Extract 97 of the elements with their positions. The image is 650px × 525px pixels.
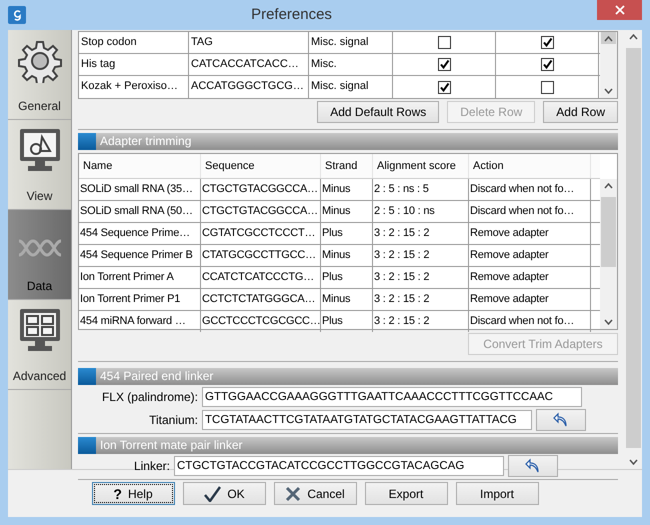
scrollbar-thumb[interactable] [601,197,616,267]
table-cell: CTATGCGCCTTGCC… [201,245,321,266]
table-cell: Remove adapter [469,245,591,266]
table-cell: ACCATGGGCTGCG… [189,76,309,98]
table-cell: Minus [321,245,373,266]
table-cell: CCATCTCATCCCTG… [201,267,321,288]
reset-button[interactable] [536,409,586,431]
button[interactable]: Export [364,482,448,505]
section-marker [78,368,96,385]
button[interactable]: Cancel [274,482,356,505]
sidebar-item[interactable]: View [8,120,71,210]
shapes-monitor-icon [18,127,62,173]
table-cell: Discard when not fo… [469,311,591,332]
button[interactable]: ? Help [92,482,174,505]
button[interactable]: Import [456,482,538,505]
table-cell: 2 : 5 : 10 : ns [373,201,469,222]
table-cell: 454 Sequence Primer B [79,245,201,266]
column-header[interactable]: Name [79,154,201,178]
input-field[interactable]: TCGTATAACTTCGTATAATGTATGCTATACGAAGTTATTACG [202,410,532,430]
table-cell: Plus [321,267,373,288]
table-cell: 3 : 2 : 15 : 2 [373,311,469,332]
table-cell: GCCTCCCTCGCGCC… [201,311,321,332]
column-header[interactable]: Sequence [201,154,321,178]
scrollbar-thumb[interactable] [601,32,616,44]
checkmark-icon [203,486,222,502]
column-header[interactable]: Action [469,154,591,178]
column-header[interactable]: Alignment score [373,154,469,178]
table-cell: CCTCTCTATGGGCA… [201,289,321,310]
scrollbar[interactable] [600,179,617,329]
input-field[interactable]: GTTGGAACCGAAAGGGTTTGAATTCAAACCCTTTCGGTTCCAAC [202,387,582,407]
scrollbar[interactable] [600,32,617,98]
checkbox[interactable] [540,36,554,49]
sidebar-item[interactable]: Advanced [8,300,71,390]
table-cell: His tag [79,54,189,75]
close-icon [614,5,624,15]
sidebar-item[interactable]: General [8,30,71,120]
table-cell: Misc. signal [309,76,393,98]
table-cell: 454 miRNA forward … [79,311,201,332]
table-cell: 3 : 2 : 15 : 2 [373,223,469,244]
reset-button[interactable] [508,455,558,477]
checkbox[interactable] [438,36,450,49]
checklist-monitor-icon [18,307,62,353]
table-cell: TAG [189,32,309,53]
table-cell: Minus [321,201,373,222]
window-title: Preferences [250,4,333,25]
table-cell: Stop codon [79,32,189,53]
table-cell: 2 : 5 : ns : 5 [373,179,469,200]
table-cell: Plus [321,311,373,332]
checkbox[interactable] [438,58,450,71]
scrollbar-thumb[interactable] [626,48,641,448]
table-cell: CGTATCGCCTCCCT… [201,223,321,244]
table-cell: Ion Torrent Primer A [79,267,201,288]
column-header[interactable]: Strand [321,154,373,178]
table-cell: 3 : 2 : 15 : 2 [373,245,469,266]
cross-icon [285,486,302,502]
table-cell: Kozak + Peroxiso… [79,76,189,98]
button[interactable]: Add Row [543,101,618,123]
table-cell: Misc. [309,54,393,75]
table-cell: Misc. signal [309,32,393,53]
undo-arrow-icon [525,458,541,474]
gear-icon [18,39,62,83]
table-cell: Discard when not fo… [469,179,591,200]
input-field[interactable]: CTGCTGTACCGTACATCCGCCTTGGCCGTACAGCAG [174,456,504,476]
field-label: Linker: [132,458,170,475]
undo-arrow-icon [553,412,569,428]
section-marker [78,133,96,150]
table-cell: CATCACCATCACC… [189,54,309,75]
checkbox[interactable] [540,58,554,71]
table-cell: CTGCTGTACGGCCA… [201,179,321,200]
question-mark-icon: ? [113,486,122,500]
table-cell: 3 : 2 : 15 : 2 [373,289,469,310]
table-cell: 454 Sequence Prime… [79,223,201,244]
table-cell: Remove adapter [469,289,591,310]
section-title: 454 Paired end linker [99,368,214,385]
section-title: Adapter trimming [99,133,192,150]
section-title: Ion Torrent mate pair linker [99,437,243,454]
table-cell: 3 : 2 : 15 : 2 [373,267,469,288]
table-cell: Discard when not fo… [469,201,591,222]
button[interactable]: OK [182,482,266,505]
field-label: FLX (palindrome): [100,389,198,406]
table-cell: SOLiD small RNA (35… [79,179,201,200]
table-cell: Remove adapter [469,267,591,288]
table-cell: Remove adapter [469,223,591,244]
checkbox[interactable] [438,80,450,94]
close-button[interactable] [597,0,642,20]
sidebar-item[interactable]: Data [8,210,71,300]
table-cell: CTGCTGTACGGCCA… [201,201,321,222]
field-label: Titanium: [148,412,198,429]
table-cell: Minus [321,289,373,310]
table-cell: Minus [321,179,373,200]
checkbox[interactable] [540,80,554,94]
table-cell: SOLiD small RNA (50… [79,201,201,222]
section-marker [78,437,96,454]
button[interactable]: Add Default Rows [317,101,440,123]
table-cell: Plus [321,223,373,244]
table-cell: Ion Torrent Primer P1 [79,289,201,310]
app-logo-icon [8,6,26,24]
